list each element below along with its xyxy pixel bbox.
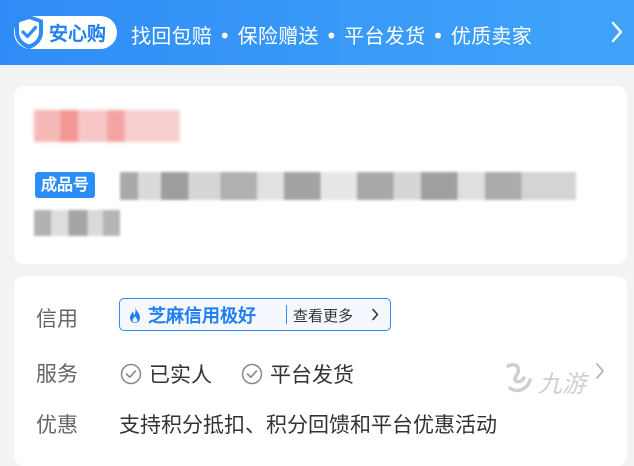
shield-check-icon [15,14,43,49]
credit-divider [286,305,287,324]
check-circle-icon [241,363,263,385]
service-item: 平台发货 [241,359,354,389]
chevron-right-icon[interactable] [610,20,624,44]
chevron-right-icon [372,308,379,321]
watermark-text: 九游 [538,370,590,398]
chevron-right-icon[interactable] [595,362,605,380]
watermark-logo: 九游 [506,363,590,398]
credit-label: 信用 [36,307,78,331]
product-id-redacted-2 [34,210,120,236]
brand-badge: 安心购 [14,14,117,49]
product-card: 成品号 [14,86,627,264]
flame-icon [130,307,140,323]
credit-badge[interactable]: 芝麻信用极好 查看更多 [119,298,391,331]
service-text: 已实人 [149,363,212,387]
product-id-redacted [120,172,576,200]
credit-more-link[interactable]: 查看更多 [293,305,353,326]
service-text: 平台发货 [270,363,354,387]
product-title-redacted [34,110,180,142]
promo-text: 支持积分抵扣、积分回馈和平台优惠活动 [119,413,497,437]
brand-name: 安心购 [49,23,107,45]
credit-badge-text: 芝麻信用极好 [148,306,256,327]
banner-features: 找回包赔 • 保险赠送 • 平台发货 • 优质卖家 [131,24,533,48]
product-id-tag: 成品号 [35,172,96,198]
promo-label: 优惠 [36,413,78,437]
service-label: 服务 [36,362,78,386]
check-circle-icon [120,363,142,385]
assurance-banner[interactable]: 安心购 找回包赔 • 保险赠送 • 平台发货 • 优质卖家 [0,0,634,65]
service-item: 已实人 [120,359,212,389]
